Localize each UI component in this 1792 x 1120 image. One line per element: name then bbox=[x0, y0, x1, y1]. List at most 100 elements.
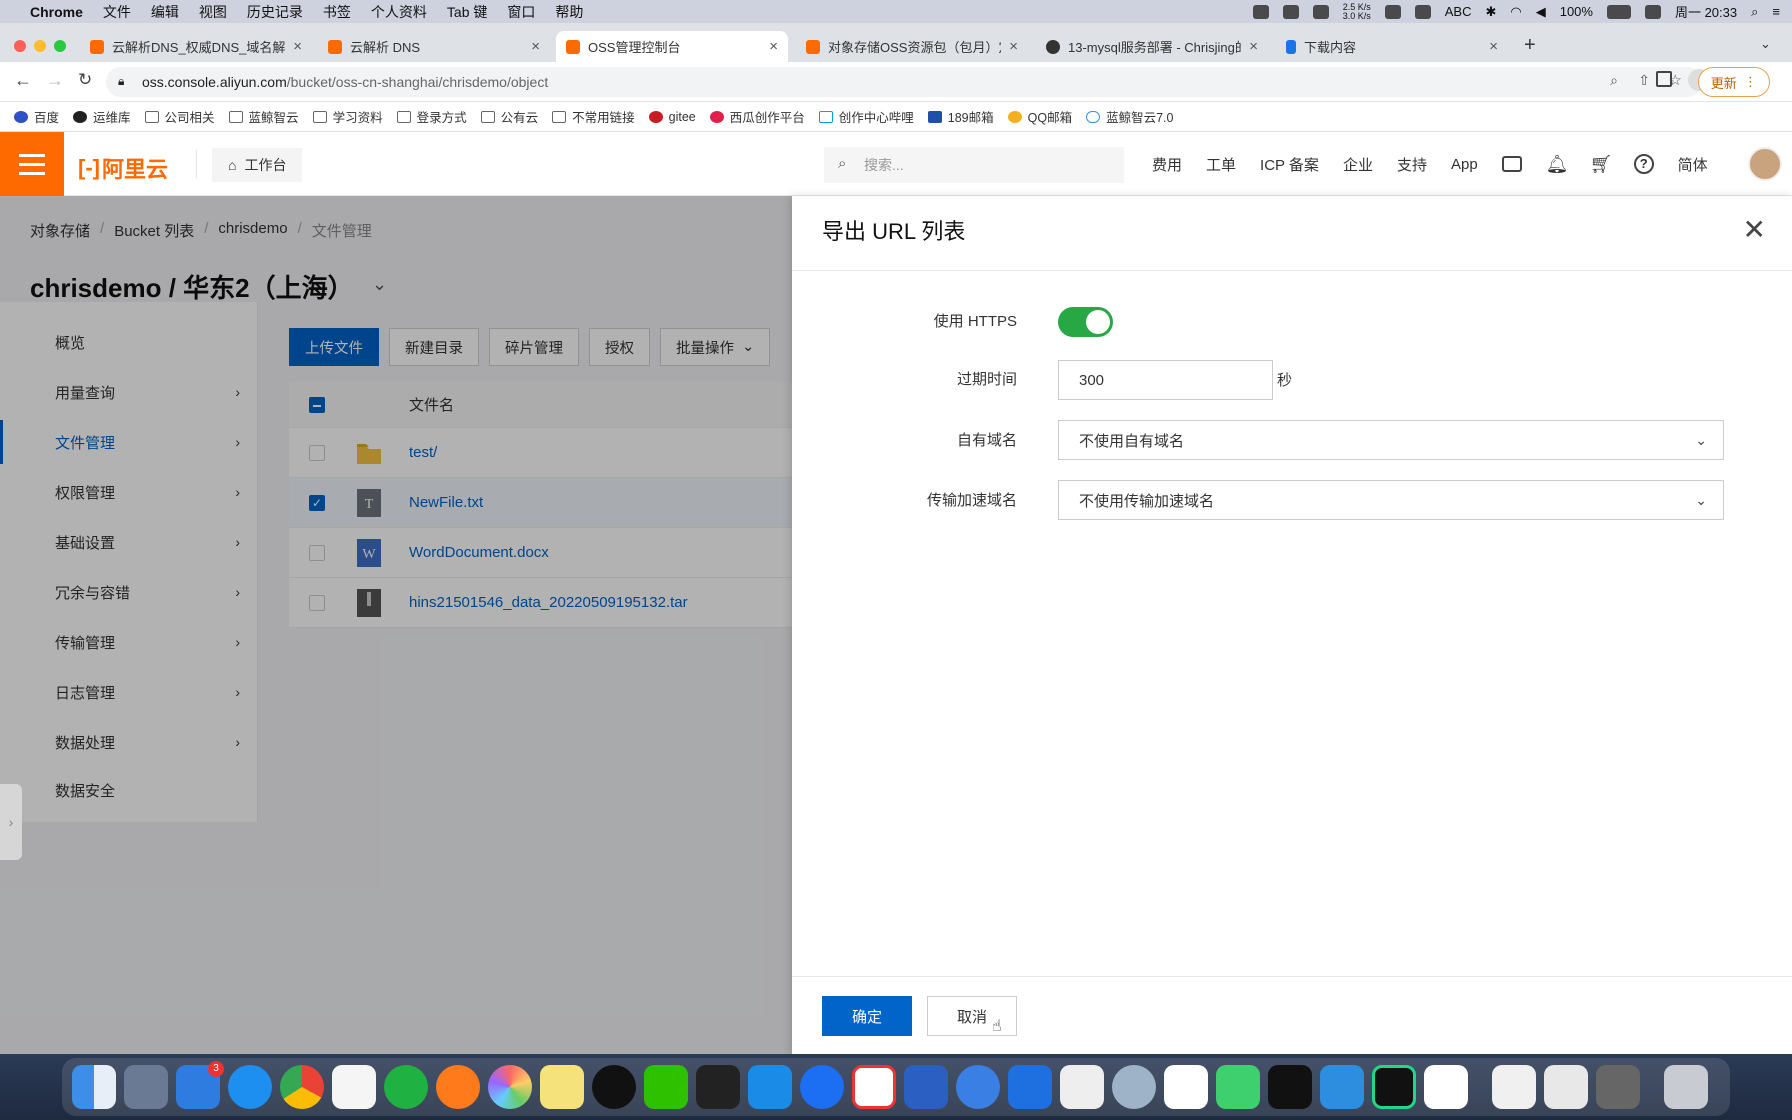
bookmark-folder[interactable]: 不常用链接 bbox=[552, 107, 635, 126]
help-icon[interactable]: ? bbox=[1633, 154, 1654, 174]
cart-icon[interactable]: 🛒︎ bbox=[1590, 154, 1613, 174]
input-method-label[interactable]: ABC bbox=[1445, 4, 1472, 19]
tab-close-icon[interactable]: × bbox=[1249, 38, 1258, 55]
status-app-icon[interactable] bbox=[1252, 4, 1269, 19]
search-input[interactable]: ⌕ 搜索... bbox=[824, 147, 1124, 183]
mail-icon[interactable]: 3 bbox=[176, 1061, 224, 1109]
window-zoom-button[interactable] bbox=[54, 40, 66, 52]
browser-tab[interactable]: 13-mysql服务部署 - Chrisjing的 × bbox=[1036, 31, 1268, 62]
input-method-icon[interactable] bbox=[1414, 4, 1431, 19]
tab-close-icon[interactable]: × bbox=[531, 38, 540, 55]
notes-icon[interactable] bbox=[540, 1065, 584, 1109]
bookmark-folder[interactable]: 学习资料 bbox=[312, 107, 383, 126]
bookmark-item[interactable]: 百度 bbox=[14, 107, 59, 126]
tab-search-chevron-icon[interactable]: ⌄ bbox=[1760, 36, 1771, 52]
new-tab-button[interactable]: + bbox=[1524, 34, 1536, 57]
textedit-icon[interactable] bbox=[1060, 1065, 1104, 1109]
safari-icon[interactable] bbox=[228, 1065, 272, 1109]
terminal-app-icon[interactable] bbox=[1268, 1065, 1312, 1109]
launchpad-icon[interactable] bbox=[124, 1065, 168, 1109]
workbench-button[interactable]: ⌂ 工作台 bbox=[212, 148, 303, 182]
zoom-icon[interactable]: ⌕ bbox=[1610, 72, 1618, 89]
infuse-icon[interactable] bbox=[1216, 1065, 1260, 1109]
accel-domain-select[interactable]: 不使用传输加速域名 ⌄ bbox=[1058, 480, 1724, 520]
sidebar-expand-icon[interactable]: › bbox=[0, 784, 22, 860]
address-bar[interactable]: 🔒︎ oss.console.aliyun.com/bucket/oss-cn-… bbox=[106, 67, 1702, 97]
qq-icon[interactable] bbox=[592, 1065, 636, 1109]
siri-icon[interactable]: ≡ bbox=[1772, 4, 1780, 19]
bookmark-folder[interactable]: 公司相关 bbox=[144, 107, 215, 126]
trash-icon[interactable] bbox=[1664, 1065, 1708, 1109]
tab-close-icon[interactable]: × bbox=[1489, 38, 1498, 55]
browser-tab[interactable]: 云解析DNS_权威DNS_域名解析_ × bbox=[80, 31, 312, 62]
nav-support[interactable]: 支持 bbox=[1397, 154, 1427, 175]
pycharm-icon[interactable] bbox=[1372, 1065, 1416, 1109]
bookmark-item[interactable]: 创作中心哔哩 bbox=[818, 107, 914, 126]
status-app-icon[interactable] bbox=[1312, 4, 1329, 19]
spotlight-icon[interactable]: ⌕ bbox=[1751, 4, 1758, 20]
menu-bookmarks[interactable]: 书签 bbox=[313, 2, 361, 22]
avatar[interactable] bbox=[1748, 147, 1782, 181]
document-stack-icon[interactable] bbox=[1492, 1065, 1536, 1109]
bookmark-item[interactable]: gitee bbox=[648, 110, 696, 124]
menu-history[interactable]: 历史记录 bbox=[237, 2, 313, 22]
paper-stack-icon[interactable] bbox=[1544, 1065, 1588, 1109]
word-icon[interactable] bbox=[904, 1065, 948, 1109]
kuaiying-icon[interactable] bbox=[956, 1065, 1000, 1109]
side-panel-icon[interactable] bbox=[1656, 71, 1672, 87]
feishu-icon[interactable] bbox=[748, 1065, 792, 1109]
bookmark-item[interactable]: 蓝鲸智云7.0 bbox=[1086, 107, 1173, 126]
menu-window[interactable]: 窗口 bbox=[497, 2, 545, 22]
update-chrome-button[interactable]: 更新 ⋮ bbox=[1697, 67, 1770, 97]
feedback-icon[interactable] bbox=[1424, 1065, 1468, 1109]
menubar-clock[interactable]: 周一 20:33 bbox=[1675, 2, 1737, 21]
bookmark-folder[interactable]: 登录方式 bbox=[396, 107, 467, 126]
vscode-icon[interactable] bbox=[1320, 1065, 1364, 1109]
remote-desktop-icon[interactable] bbox=[800, 1065, 844, 1109]
apps-folder-icon[interactable] bbox=[1596, 1065, 1640, 1109]
tab-close-icon[interactable]: × bbox=[293, 38, 302, 55]
nav-fees[interactable]: 费用 bbox=[1152, 154, 1182, 175]
bookmark-item[interactable]: QQ邮箱 bbox=[1007, 107, 1072, 126]
modal-overlay[interactable]: › bbox=[0, 196, 792, 1054]
wechat-icon[interactable] bbox=[644, 1065, 688, 1109]
bluetooth-icon[interactable]: ✱ bbox=[1485, 4, 1496, 20]
bell-icon[interactable]: 🔔︎ bbox=[1546, 154, 1569, 174]
share-icon[interactable]: ⇧ bbox=[1638, 72, 1650, 89]
tab-close-icon[interactable]: × bbox=[1009, 38, 1018, 55]
menu-help[interactable]: 帮助 bbox=[545, 2, 593, 22]
cancel-button[interactable]: 取消 bbox=[927, 996, 1017, 1036]
volume-icon[interactable]: ◀ bbox=[1536, 4, 1546, 20]
window-minimize-button[interactable] bbox=[34, 40, 46, 52]
chrome-icon[interactable] bbox=[280, 1065, 324, 1109]
firefox-icon[interactable] bbox=[436, 1065, 480, 1109]
lang-switch[interactable]: 简体 bbox=[1678, 154, 1708, 175]
wechat-status-icon[interactable] bbox=[1384, 4, 1401, 19]
menu-hamburger-icon[interactable] bbox=[0, 132, 64, 196]
photos-icon[interactable] bbox=[488, 1065, 532, 1109]
bookmark-folder[interactable]: 蓝鲸智云 bbox=[228, 107, 299, 126]
nav-enterprise[interactable]: 企业 bbox=[1343, 154, 1373, 175]
zentermlite-icon[interactable] bbox=[696, 1065, 740, 1109]
window-close-button[interactable] bbox=[14, 40, 26, 52]
preview-icon[interactable] bbox=[1112, 1065, 1156, 1109]
back-icon[interactable]: ← bbox=[14, 70, 32, 91]
typora-icon[interactable] bbox=[332, 1065, 376, 1109]
menu-file[interactable]: 文件 bbox=[93, 2, 141, 22]
nav-icp[interactable]: ICP 备案 bbox=[1260, 154, 1319, 175]
evernote-icon[interactable] bbox=[384, 1065, 428, 1109]
tab-close-icon[interactable]: × bbox=[769, 38, 778, 55]
domain-select[interactable]: 不使用自有域名 ⌄ bbox=[1058, 420, 1724, 460]
menu-edit[interactable]: 编辑 bbox=[141, 2, 189, 22]
browser-tab-active[interactable]: OSS管理控制台 × bbox=[556, 31, 788, 62]
https-toggle[interactable] bbox=[1058, 307, 1113, 337]
menu-app-name[interactable]: Chrome bbox=[20, 4, 93, 20]
browser-tab[interactable]: 云解析 DNS × bbox=[318, 31, 550, 62]
reload-icon[interactable]: ↻ bbox=[78, 70, 92, 90]
wifi-icon[interactable]: ◠ bbox=[1510, 4, 1521, 20]
baidunetdisk-icon[interactable] bbox=[1164, 1065, 1208, 1109]
control-center-icon[interactable] bbox=[1644, 4, 1661, 19]
nav-tickets[interactable]: 工单 bbox=[1206, 154, 1236, 175]
menu-tab[interactable]: Tab 键 bbox=[437, 2, 497, 22]
menu-profiles[interactable]: 个人资料 bbox=[361, 2, 437, 22]
